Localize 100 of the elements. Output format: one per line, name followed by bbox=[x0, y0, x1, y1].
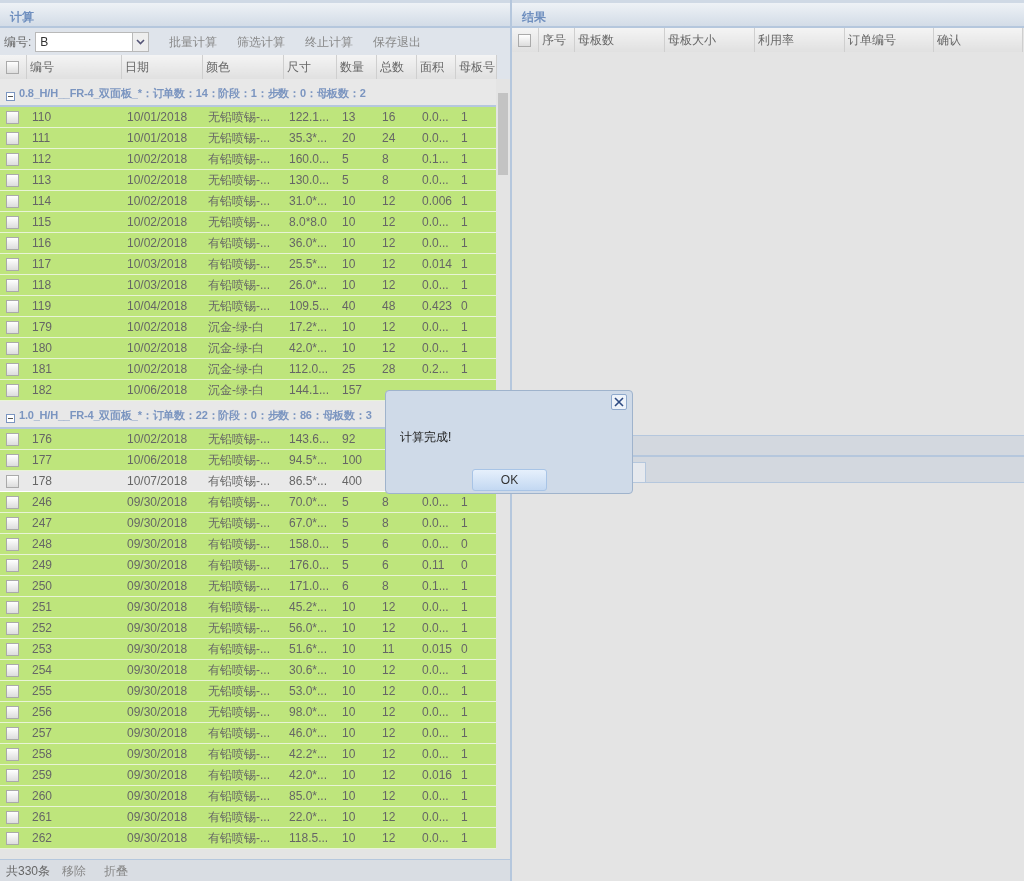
close-button[interactable] bbox=[611, 394, 627, 410]
table-row[interactable]: 262 09/30/2018 有铅喷锡-... 118.5... 10 12 0.0... 1 bbox=[0, 828, 496, 849]
checkbox[interactable] bbox=[6, 300, 19, 314]
column-header[interactable]: 颜色 bbox=[202, 55, 283, 79]
checkbox[interactable] bbox=[6, 384, 19, 398]
checkbox[interactable] bbox=[6, 454, 19, 468]
table-row[interactable]: 111 10/01/2018 无铅喷锡-... 35.3*... 20 24 0.0... 1 bbox=[0, 128, 496, 149]
table-row[interactable]: 260 09/30/2018 有铅喷锡-... 85.0*... 10 12 0.0... 1 bbox=[0, 786, 496, 807]
checkbox[interactable] bbox=[6, 279, 19, 293]
column-header[interactable]: 确认 bbox=[933, 28, 1022, 52]
collapse-icon[interactable] bbox=[6, 92, 15, 101]
checkbox[interactable] bbox=[6, 153, 19, 167]
toolbar-button[interactable]: 筛选计算 bbox=[229, 30, 294, 53]
checkbox[interactable] bbox=[518, 34, 531, 48]
checkbox[interactable] bbox=[6, 216, 19, 230]
checkbox[interactable] bbox=[6, 559, 19, 573]
table-row[interactable]: 246 09/30/2018 有铅喷锡-... 70.0*... 5 8 0.0... 1 bbox=[0, 492, 496, 513]
table-cell: 31.0*... bbox=[289, 194, 328, 208]
checkbox[interactable] bbox=[6, 496, 19, 510]
table-row[interactable]: 181 10/02/2018 沉金-绿-白 112.0... 25 28 0.2... 1 bbox=[0, 359, 496, 380]
table-row[interactable]: 256 09/30/2018 无铅喷锡-... 98.0*... 10 12 0.0... 1 bbox=[0, 702, 496, 723]
column-header[interactable]: 利用率 bbox=[754, 28, 844, 52]
table-row[interactable]: 110 10/01/2018 无铅喷锡-... 122.1... 13 16 0.0... 1 bbox=[0, 107, 496, 128]
table-row[interactable]: 116 10/02/2018 有铅喷锡-... 36.0*... 10 12 0.0... 1 bbox=[0, 233, 496, 254]
checkbox[interactable] bbox=[6, 342, 19, 356]
table-row[interactable]: 114 10/02/2018 有铅喷锡-... 31.0*... 10 12 0.006 1 bbox=[0, 191, 496, 212]
checkbox[interactable] bbox=[6, 832, 19, 846]
table-row[interactable]: 118 10/03/2018 有铅喷锡-... 26.0*... 10 12 0.0... 1 bbox=[0, 275, 496, 296]
checkbox[interactable] bbox=[6, 706, 19, 720]
checkbox[interactable] bbox=[6, 475, 19, 489]
table-row[interactable]: 250 09/30/2018 无铅喷锡-... 171.0... 6 8 0.1... 1 bbox=[0, 576, 496, 597]
table-row[interactable]: 255 09/30/2018 无铅喷锡-... 53.0*... 10 12 0.0... 1 bbox=[0, 681, 496, 702]
table-row[interactable]: 180 10/02/2018 沉金-绿-白 42.0*... 10 12 0.0... 1 bbox=[0, 338, 496, 359]
checkbox[interactable] bbox=[6, 195, 19, 209]
checkbox[interactable] bbox=[6, 538, 19, 552]
checkbox[interactable] bbox=[6, 258, 19, 272]
checkbox[interactable] bbox=[6, 643, 19, 657]
checkbox[interactable] bbox=[6, 517, 19, 531]
column-header[interactable]: 数量 bbox=[336, 55, 376, 79]
table-cell: 116 bbox=[32, 236, 52, 250]
checkbox[interactable] bbox=[6, 580, 19, 594]
collapse-icon[interactable] bbox=[6, 414, 15, 423]
column-header[interactable]: 总数 bbox=[376, 55, 416, 79]
table-row[interactable]: 112 10/02/2018 有铅喷锡-... 160.0... 5 8 0.1... 1 bbox=[0, 149, 496, 170]
checkbox[interactable] bbox=[6, 111, 19, 125]
table-cell: 253 bbox=[32, 642, 53, 656]
table-row[interactable]: 253 09/30/2018 有铅喷锡-... 51.6*... 10 11 0.015 0 bbox=[0, 639, 496, 660]
checkbox[interactable] bbox=[6, 174, 19, 188]
table-row[interactable]: 247 09/30/2018 无铅喷锡-... 67.0*... 5 8 0.0... 1 bbox=[0, 513, 496, 534]
footer-button[interactable]: 移除 bbox=[56, 861, 93, 880]
footer-button[interactable]: 折叠 bbox=[98, 861, 135, 880]
table-row[interactable]: 261 09/30/2018 有铅喷锡-... 22.0*... 10 12 0.0... 1 bbox=[0, 807, 496, 828]
checkbox[interactable] bbox=[6, 664, 19, 678]
table-row[interactable]: 117 10/03/2018 有铅喷锡-... 25.5*... 10 12 0.014 1 bbox=[0, 254, 496, 275]
column-header[interactable]: 编号 bbox=[26, 55, 121, 79]
checkbox[interactable] bbox=[6, 727, 19, 741]
column-header[interactable]: 母板号 bbox=[455, 55, 496, 79]
toolbar-button[interactable]: 终止计算 bbox=[297, 30, 362, 53]
checkbox[interactable] bbox=[6, 363, 19, 377]
checkbox[interactable] bbox=[6, 601, 19, 615]
table-row[interactable]: 251 09/30/2018 有铅喷锡-... 45.2*... 10 12 0.0... 1 bbox=[0, 597, 496, 618]
table-row[interactable]: 119 10/04/2018 无铅喷锡-... 109.5... 40 48 0.423 0 bbox=[0, 296, 496, 317]
checkbox[interactable] bbox=[6, 769, 19, 783]
toolbar-button[interactable]: 批量计算 bbox=[161, 30, 226, 53]
select-field[interactable]: B bbox=[35, 31, 133, 52]
column-header[interactable]: 序号 bbox=[538, 28, 574, 52]
table-row[interactable]: 259 09/30/2018 有铅喷锡-... 42.0*... 10 12 0.016 1 bbox=[0, 765, 496, 786]
toolbar-button[interactable]: 保存退出 bbox=[365, 30, 430, 53]
table-row[interactable]: 113 10/02/2018 无铅喷锡-... 130.0... 5 8 0.0... 1 bbox=[0, 170, 496, 191]
checkbox[interactable] bbox=[6, 790, 19, 804]
checkbox[interactable] bbox=[6, 685, 19, 699]
table-row[interactable]: 258 09/30/2018 有铅喷锡-... 42.2*... 10 12 0.0... 1 bbox=[0, 744, 496, 765]
table-cell: 1 bbox=[461, 341, 468, 355]
column-header[interactable]: 面积 bbox=[416, 55, 455, 79]
column-header[interactable]: 母板大小 bbox=[664, 28, 754, 52]
table-cell: 255 bbox=[32, 684, 53, 698]
table-cell: 25 bbox=[342, 362, 356, 376]
table-row[interactable]: 257 09/30/2018 有铅喷锡-... 46.0*... 10 12 0.0... 1 bbox=[0, 723, 496, 744]
checkbox[interactable] bbox=[6, 811, 19, 825]
table-row[interactable]: 252 09/30/2018 无铅喷锡-... 56.0*... 10 12 0.0... 1 bbox=[0, 618, 496, 639]
table-row[interactable]: 254 09/30/2018 有铅喷锡-... 30.6*... 10 12 0.0... 1 bbox=[0, 660, 496, 681]
table-row[interactable]: 249 09/30/2018 有铅喷锡-... 176.0... 5 6 0.11 0 bbox=[0, 555, 496, 576]
dropdown-button[interactable] bbox=[132, 31, 150, 52]
checkbox[interactable] bbox=[6, 321, 19, 335]
checkbox[interactable] bbox=[6, 622, 19, 636]
checkbox[interactable] bbox=[6, 132, 19, 146]
column-header[interactable]: 母板数 bbox=[574, 28, 664, 52]
checkbox[interactable] bbox=[6, 237, 19, 251]
table-cell: 10/06/2018 bbox=[127, 453, 188, 467]
table-row[interactable]: 179 10/02/2018 沉金-绿-白 17.2*... 10 12 0.0... 1 bbox=[0, 317, 496, 338]
table-cell: 0.0... bbox=[422, 684, 449, 698]
ok-button[interactable]: OK bbox=[472, 469, 547, 491]
column-header[interactable]: 日期 bbox=[121, 55, 202, 79]
column-header[interactable]: 尺寸 bbox=[283, 55, 336, 79]
checkbox[interactable] bbox=[6, 433, 19, 447]
checkbox[interactable] bbox=[6, 748, 19, 762]
table-row[interactable]: 115 10/02/2018 无铅喷锡-... 8.0*8.0 10 12 0.0... 1 bbox=[0, 212, 496, 233]
table-row[interactable]: 248 09/30/2018 有铅喷锡-... 158.0... 5 6 0.0... 0 bbox=[0, 534, 496, 555]
checkbox[interactable] bbox=[6, 61, 19, 75]
column-header[interactable]: 订单编号 bbox=[844, 28, 933, 52]
